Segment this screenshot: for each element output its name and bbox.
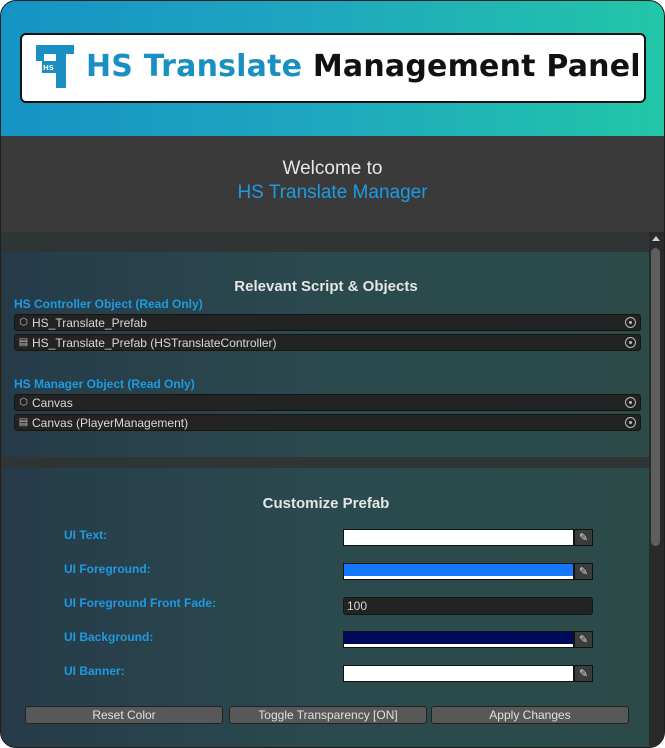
alpha-bar — [344, 576, 573, 579]
ui-fade-input[interactable]: 100 — [343, 597, 593, 615]
script-icon: ▤ — [18, 417, 29, 428]
toggle-transparency-button[interactable]: Toggle Transparency [ON] — [229, 706, 427, 724]
field-text: HS_Translate_Prefab — [32, 316, 147, 330]
scroll-up-arrow-icon[interactable] — [652, 236, 660, 241]
banner-title-part2: Management Panel — [312, 49, 641, 84]
object-picker-icon[interactable] — [625, 417, 636, 428]
ui-banner-label: UI Banner: — [64, 664, 125, 678]
relevant-objects-card: Relevant Script & Objects HS Controller … — [3, 252, 649, 457]
welcome-line2: HS Translate Manager — [237, 182, 428, 203]
alpha-bar — [344, 644, 573, 647]
ui-fade-label: UI Foreground Front Fade: — [64, 596, 216, 610]
reset-color-button[interactable]: Reset Color — [25, 706, 223, 724]
field-text: Canvas (PlayerManagement) — [32, 416, 189, 430]
hs-logo-icon: HS — [36, 45, 74, 88]
customize-prefab-card: Customize Prefab UI Text: ✎ UI Foregroun… — [3, 468, 649, 747]
apply-changes-button[interactable]: Apply Changes — [431, 706, 629, 724]
eyedropper-icon[interactable]: ✎ — [574, 631, 593, 648]
ui-banner-color-field[interactable] — [343, 665, 574, 682]
inspector-scroll-area[interactable]: Relevant Script & Objects HS Controller … — [1, 232, 664, 747]
gameobject-icon: ⬡ — [19, 317, 28, 328]
welcome-line1: Welcome to — [282, 158, 383, 179]
object-picker-icon[interactable] — [625, 337, 636, 348]
gameobject-icon: ⬡ — [19, 397, 28, 408]
scrollbar-thumb[interactable] — [651, 248, 660, 546]
ui-text-color-field[interactable] — [343, 529, 574, 546]
vertical-scrollbar[interactable] — [649, 232, 664, 747]
manager-label: HS Manager Object (Read Only) — [14, 377, 195, 391]
ui-text-label: UI Text: — [64, 528, 108, 542]
manager-script-field[interactable]: ▤ Canvas (PlayerManagement) — [14, 414, 641, 431]
banner-title: HS Translate Management Panel — [86, 49, 641, 84]
eyedropper-icon[interactable]: ✎ — [574, 563, 593, 580]
object-picker-icon[interactable] — [625, 317, 636, 328]
banner-title-box: HS HS Translate Management Panel — [20, 33, 646, 103]
ui-background-color-field[interactable] — [343, 631, 574, 648]
controller-label: HS Controller Object (Read Only) — [14, 297, 203, 311]
banner-title-part1: HS Translate — [86, 49, 303, 84]
alpha-bar — [344, 542, 573, 545]
eyedropper-icon[interactable]: ✎ — [574, 665, 593, 682]
header-banner: HS HS Translate Management Panel — [1, 1, 664, 136]
alpha-bar — [344, 678, 573, 681]
management-panel-window: HS HS Translate Management Panel Welcome… — [0, 0, 665, 748]
object-picker-icon[interactable] — [625, 397, 636, 408]
ui-background-label: UI Background: — [64, 630, 154, 644]
field-text: Canvas — [32, 396, 73, 410]
logo-text: HS — [43, 64, 54, 72]
controller-script-field[interactable]: ▤ HS_Translate_Prefab (HSTranslateContro… — [14, 334, 641, 351]
ui-foreground-label: UI Foreground: — [64, 562, 151, 576]
field-text: HS_Translate_Prefab (HSTranslateControll… — [32, 336, 277, 350]
script-icon: ▤ — [18, 337, 29, 348]
controller-gameobject-field[interactable]: ⬡ HS_Translate_Prefab — [14, 314, 641, 331]
customize-title: Customize Prefab — [262, 495, 390, 512]
eyedropper-icon[interactable]: ✎ — [574, 529, 593, 546]
welcome-section: Welcome to HS Translate Manager — [1, 136, 664, 232]
manager-gameobject-field[interactable]: ⬡ Canvas — [14, 394, 641, 411]
relevant-title: Relevant Script & Objects — [234, 278, 418, 295]
ui-foreground-color-field[interactable] — [343, 563, 574, 580]
